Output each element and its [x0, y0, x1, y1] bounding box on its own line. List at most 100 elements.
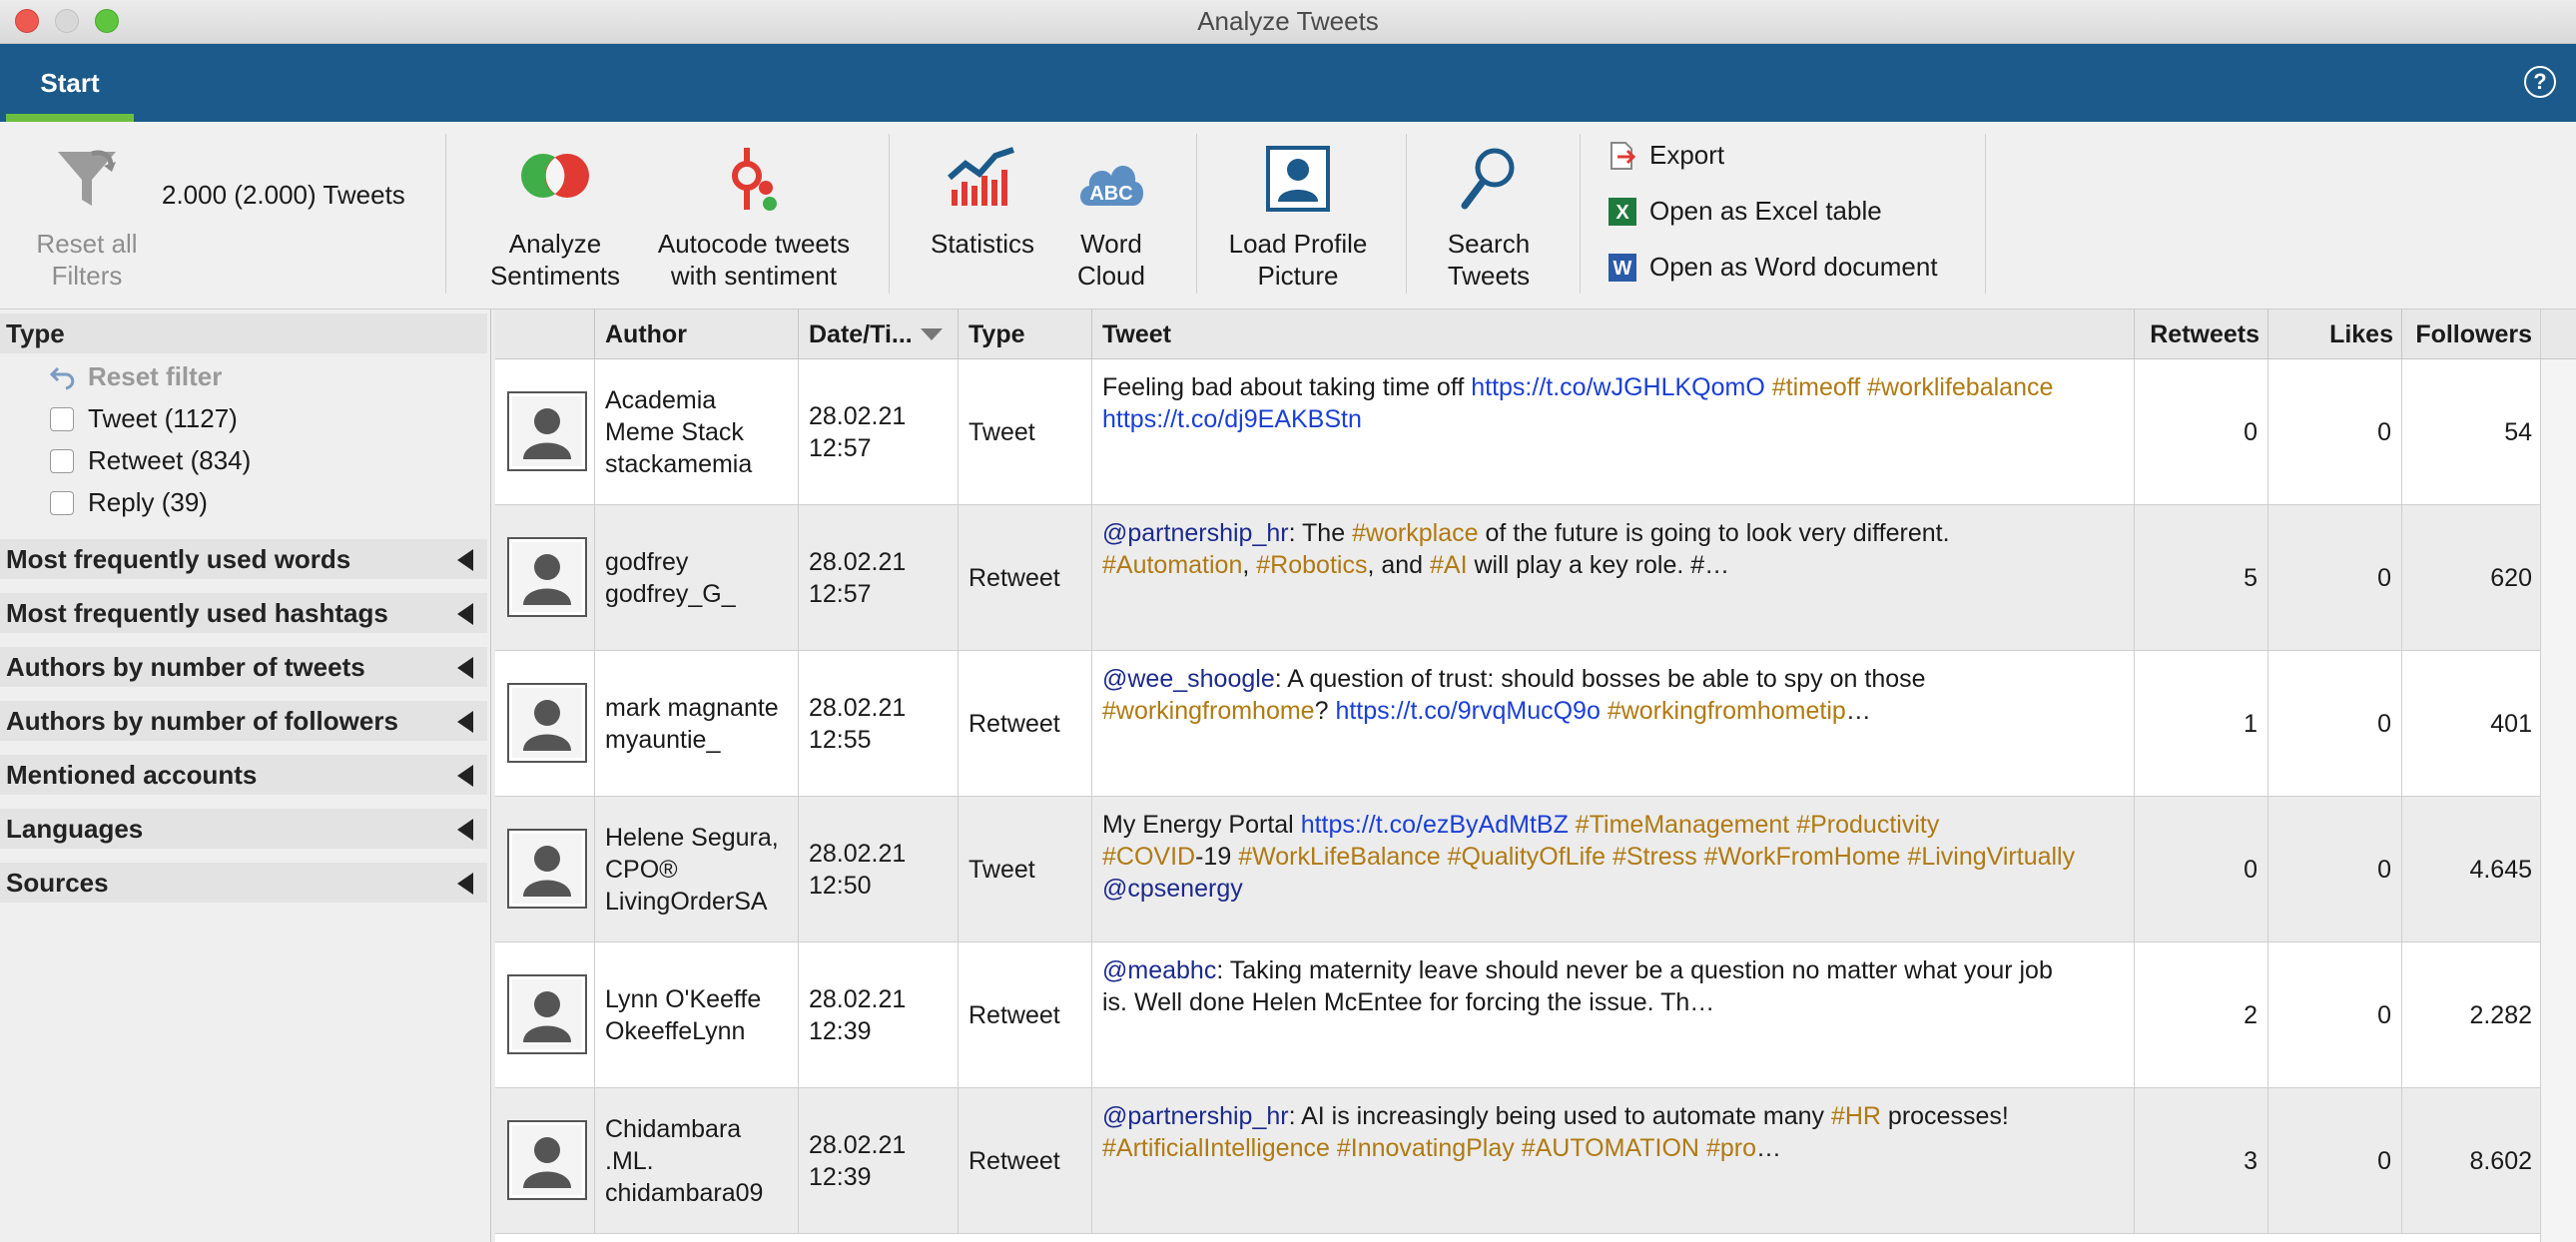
hashtag[interactable]: #workplace [1352, 519, 1478, 547]
hashtag[interactable]: #pro [1706, 1134, 1756, 1162]
tweet-cell: My Energy Portal https://t.co/ezByAdMtBZ… [1092, 797, 2135, 942]
collapse-arrow-icon[interactable] [457, 873, 473, 895]
tweet-text: will play a key role. #… [1467, 551, 1730, 579]
tweet-link[interactable]: https://t.co/wJGHLKQomO [1471, 373, 1765, 401]
collapse-arrow-icon[interactable] [457, 711, 473, 733]
column-header-followers[interactable]: Followers [2402, 310, 2540, 359]
date-line: 12:50 [809, 872, 872, 900]
hashtag[interactable]: #InnovatingPlay [1337, 1134, 1515, 1162]
hashtag[interactable]: #WorkFromHome [1704, 843, 1901, 871]
open-word-button[interactable]: W Open as Word document [1608, 252, 1938, 283]
checkbox[interactable] [50, 448, 74, 473]
hashtag[interactable]: #QualityOfLife [1448, 843, 1606, 871]
hashtag[interactable]: #TimeManagement [1576, 811, 1789, 839]
hashtag[interactable]: #Stress [1612, 843, 1697, 871]
column-header-type[interactable]: Type [959, 310, 1092, 359]
tweet-text: of the future is going to look very diff… [1478, 519, 1950, 547]
hashtag[interactable]: #ArtificialIntelligence [1102, 1134, 1330, 1162]
collapse-arrow-icon[interactable] [457, 657, 473, 679]
reset-all-filters-button[interactable]: Reset all Filters [20, 122, 154, 310]
minimize-window-button[interactable] [55, 9, 79, 33]
statistics-button[interactable]: Statistics [919, 122, 1046, 310]
table-row[interactable]: godfrey godfrey_G_ 28.02.21 12:57 Retweet @pa… [495, 505, 2540, 651]
author-line: .ML. [605, 1147, 654, 1175]
column-header-tweet[interactable]: Tweet [1092, 310, 2135, 359]
filter-option-retweet[interactable]: Retweet (834) [50, 445, 251, 476]
reset-filter-button[interactable]: Reset filter [50, 361, 222, 392]
help-icon[interactable]: ? [2524, 66, 2556, 98]
mention[interactable]: @cpsenergy [1102, 875, 1243, 903]
analyze-sentiments-button[interactable]: Analyze Sentiments [477, 122, 633, 310]
section-mentioned-accounts[interactable]: Mentioned accounts [0, 755, 487, 795]
checkbox[interactable] [50, 406, 74, 431]
checkbox[interactable] [50, 490, 74, 515]
hashtag[interactable]: #timeoff [1772, 373, 1860, 401]
hashtag[interactable]: #Automation [1102, 551, 1242, 579]
date-line: 12:55 [809, 726, 872, 754]
type-filter-header[interactable]: Type [0, 313, 487, 353]
type-cell: Retweet [959, 651, 1092, 797]
search-tweets-button[interactable]: Search Tweets [1426, 122, 1552, 310]
hashtag[interactable]: #AUTOMATION [1522, 1134, 1699, 1162]
hashtag[interactable]: #WorkLifeBalance [1238, 843, 1440, 871]
mention[interactable]: @partnership_hr [1102, 1102, 1289, 1130]
hashtag[interactable]: #workingfromhometip [1608, 697, 1846, 725]
mention[interactable]: @meabhc [1102, 956, 1216, 984]
hashtag[interactable]: #HR [1831, 1102, 1881, 1130]
maximize-window-button[interactable] [95, 9, 119, 33]
tweet-link[interactable]: https://t.co/9rvqMucQ9o [1335, 697, 1600, 725]
table-row[interactable]: Chidambara .ML. chidambara09 28.02.21 12:39 R… [495, 1088, 2540, 1234]
hashtag[interactable]: #Robotics [1256, 551, 1367, 579]
likes-cell: 0 [2268, 942, 2402, 1088]
author-line: godfrey [605, 548, 689, 576]
table-row[interactable]: Lynn O'Keeffe OkeeffeLynn 28.02.21 12:39 Ret… [495, 942, 2540, 1088]
likes-cell: 0 [2268, 359, 2402, 505]
column-header-likes[interactable]: Likes [2268, 310, 2402, 359]
collapse-arrow-icon[interactable] [457, 765, 473, 787]
open-excel-button[interactable]: X Open as Excel table [1608, 196, 1882, 227]
section-frequent-hashtags[interactable]: Most frequently used hashtags [0, 593, 487, 633]
hashtag[interactable]: #LivingVirtually [1907, 843, 2075, 871]
filter-option-reply[interactable]: Reply (39) [50, 487, 208, 518]
toolbar-separator [1196, 134, 1197, 294]
tweet-text: Feeling bad about taking time off [1102, 373, 1472, 401]
author-line: Helene Segura, [605, 824, 779, 852]
table-row[interactable]: Academia Meme Stack stackamemia 28.02.21 12:… [495, 359, 2540, 505]
hashtag[interactable]: #workingfromhome [1102, 697, 1315, 725]
collapse-arrow-icon[interactable] [457, 549, 473, 571]
mention[interactable]: @wee_shoogle [1102, 665, 1275, 693]
date-line: 28.02.21 [809, 402, 907, 430]
export-button[interactable]: Export [1608, 140, 1724, 171]
column-header-date[interactable]: Date/Ti... [799, 310, 959, 359]
section-languages[interactable]: Languages [0, 809, 487, 849]
autocode-tweets-button[interactable]: Autocode tweets with sentiment [649, 122, 859, 310]
section-authors-by-followers[interactable]: Authors by number of followers [0, 701, 487, 741]
section-sources[interactable]: Sources [0, 863, 487, 903]
mention[interactable]: @partnership_hr [1102, 519, 1289, 547]
column-header-retweets[interactable]: Retweets [2135, 310, 2268, 359]
column-header-picture[interactable] [495, 310, 595, 359]
hashtag[interactable]: #worklifebalance [1867, 373, 2053, 401]
collapse-arrow-icon[interactable] [457, 603, 473, 625]
hashtag[interactable]: #Productivity [1796, 811, 1939, 839]
table-row[interactable]: Helene Segura, CPO® LivingOrderSA 28.02.21 1… [495, 797, 2540, 942]
table-row[interactable]: mark magnante myauntie_ 28.02.21 12:55 Retwe… [495, 651, 2540, 797]
word-cloud-button[interactable]: ABC Word Cloud [1054, 122, 1168, 310]
hashtag[interactable]: #AI [1430, 551, 1468, 579]
column-header-author[interactable]: Author [595, 310, 799, 359]
tab-start[interactable]: Start [6, 44, 134, 122]
author-cell: Lynn O'Keeffe OkeeffeLynn [595, 942, 799, 1088]
tweet-link[interactable]: https://t.co/dj9EAKBStn [1102, 405, 1362, 433]
hashtag[interactable]: #COVID [1102, 843, 1195, 871]
filter-option-tweet[interactable]: Tweet (1127) [50, 403, 238, 434]
section-frequent-words[interactable]: Most frequently used words [0, 539, 487, 579]
load-profile-picture-button[interactable]: Load Profile Picture [1218, 122, 1378, 310]
close-window-button[interactable] [15, 9, 39, 33]
vertical-scrollbar[interactable] [2540, 310, 2576, 1242]
collapse-arrow-icon[interactable] [457, 819, 473, 841]
sort-descending-icon [920, 328, 943, 340]
tweet-text [1601, 697, 1608, 725]
title-bar: Analyze Tweets [0, 0, 2576, 44]
section-authors-by-tweets[interactable]: Authors by number of tweets [0, 647, 487, 687]
tweet-link[interactable]: https://t.co/ezByAdMtBZ [1301, 811, 1569, 839]
